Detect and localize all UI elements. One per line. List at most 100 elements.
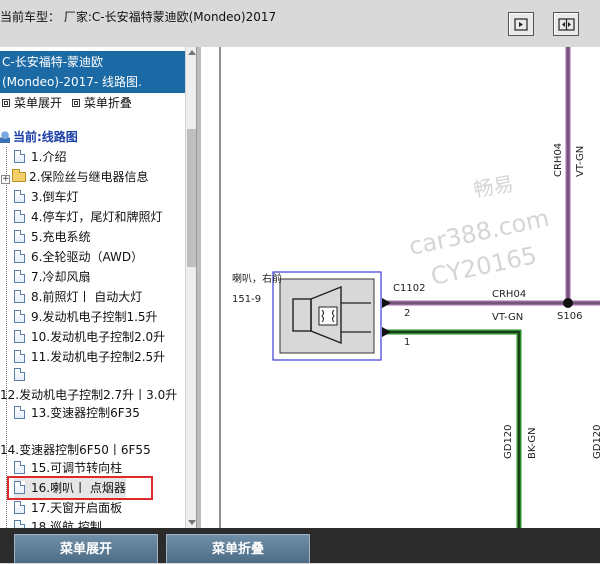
wiring-diagram[interactable]: 喇叭，右前 151-9 C1102 2 1 CRH04 VT-GN S106 C… bbox=[201, 47, 600, 528]
collapse-square-icon bbox=[71, 98, 80, 107]
tree-item-blank[interactable] bbox=[14, 365, 31, 385]
document-icon bbox=[14, 190, 25, 203]
tree-item-13[interactable]: 13.变速器控制6F35 bbox=[14, 403, 140, 423]
expand-square-icon bbox=[2, 98, 10, 107]
tree-item-label: 14.变速器控制6F50丨6F55 bbox=[0, 443, 151, 457]
scroll-up-icon[interactable] bbox=[188, 50, 196, 55]
pin-2-label: 2 bbox=[404, 308, 410, 319]
document-icon bbox=[14, 210, 25, 223]
v-wire-label-1: CRH04 bbox=[553, 143, 564, 177]
menu-collapse-label: 菜单折叠 bbox=[83, 96, 132, 110]
wire-green bbox=[386, 329, 522, 528]
tree-item-label: 11.发动机电子控制2.5升 bbox=[31, 350, 166, 364]
tree-item-11[interactable]: 11.发动机电子控制2.5升 bbox=[14, 347, 165, 367]
splice-label: S106 bbox=[557, 311, 582, 322]
top-bar: 当前车型： 厂家:C-长安福特蒙迪欧(Mondeo)2017 bbox=[0, 0, 600, 47]
tree-item-label: 10.发动机电子控制2.0升 bbox=[31, 330, 166, 344]
tree-item-1[interactable]: 1.介绍 bbox=[14, 147, 66, 167]
document-icon bbox=[14, 230, 25, 243]
tree-item-label: 3.倒车灯 bbox=[31, 190, 79, 204]
watermark: 畅易 car388.com CY20165 bbox=[406, 171, 551, 291]
scroll-down-icon[interactable] bbox=[188, 520, 196, 525]
tree-item-7[interactable]: 7.冷却风扇 bbox=[14, 267, 90, 287]
v-wire-label-5: GD120 bbox=[592, 424, 600, 459]
split-pane-button[interactable] bbox=[553, 12, 579, 36]
tree-item-6[interactable]: 6.全轮驱动（AWD） bbox=[14, 247, 143, 267]
document-icon bbox=[14, 270, 25, 283]
tree-item-label: 7.冷却风扇 bbox=[31, 270, 91, 284]
component-code: 151-9 bbox=[232, 294, 261, 305]
document-icon bbox=[14, 350, 25, 363]
expand-plus-icon[interactable]: + bbox=[1, 175, 10, 184]
header-line-2: (Mondeo)-2017- 线路图. bbox=[2, 75, 142, 89]
document-icon bbox=[14, 368, 25, 381]
tree-item-12[interactable]: 12.发动机电子控制2.7升丨3.0升 bbox=[0, 385, 177, 405]
document-icon bbox=[14, 501, 25, 514]
tree-scrollbar[interactable] bbox=[185, 47, 196, 528]
component-label: 喇叭，右前 bbox=[232, 272, 282, 285]
tree-item-label: 18.巡航 控制 bbox=[31, 520, 102, 528]
document-icon bbox=[14, 330, 25, 343]
document-icon bbox=[14, 150, 25, 163]
tree-item-4[interactable]: 4.停车灯，尾灯和牌照灯 bbox=[14, 207, 162, 227]
tree-item-label: 4.停车灯，尾灯和牌照灯 bbox=[31, 210, 163, 224]
tree-root[interactable]: 当前:线路图 bbox=[0, 127, 78, 147]
connector-label: C1102 bbox=[393, 283, 425, 294]
document-icon bbox=[14, 406, 25, 419]
wire-green-core bbox=[386, 331, 520, 528]
tree-item-18[interactable]: 18.巡航 控制 bbox=[14, 517, 102, 528]
header-line-1: C-长安福特-蒙迪欧 bbox=[2, 55, 104, 69]
tree-item-label: 1.介绍 bbox=[31, 150, 67, 164]
tree-item-8[interactable]: 8.前照灯丨 自动大灯 bbox=[14, 287, 142, 307]
tree-item-14[interactable]: 14.变速器控制6F50丨6F55 bbox=[0, 440, 151, 460]
pin-1-label: 1 bbox=[404, 337, 410, 348]
tree-item-9[interactable]: 9.发动机电子控制1.5升 bbox=[14, 307, 158, 327]
menu-expand-link[interactable]: 菜单展开 bbox=[2, 94, 62, 111]
v-wire-label-3: GD120 bbox=[503, 424, 514, 459]
tree-item-label: 2.保险丝与继电器信息 bbox=[29, 170, 149, 184]
single-pane-button[interactable] bbox=[508, 12, 534, 36]
menu-collapse-link[interactable]: 菜单折叠 bbox=[71, 94, 132, 111]
connector-arrow-2 bbox=[382, 298, 391, 308]
document-icon bbox=[14, 310, 25, 323]
single-pane-icon bbox=[514, 18, 528, 31]
tree-item-5[interactable]: 5.充电系统 bbox=[14, 227, 90, 247]
tree-item-10[interactable]: 10.发动机电子控制2.0升 bbox=[14, 327, 165, 347]
root-node-icon bbox=[0, 131, 10, 143]
document-icon bbox=[14, 250, 25, 263]
scrollbar-thumb[interactable] bbox=[187, 129, 196, 267]
tree-item-label: 17.天窗开启面板 bbox=[31, 501, 123, 515]
tree-item-label: 12.发动机电子控制2.7升丨3.0升 bbox=[0, 388, 178, 402]
selection-highlight bbox=[7, 476, 153, 500]
panel-header: C-长安福特-蒙迪欧 (Mondeo)-2017- 线路图. bbox=[0, 51, 193, 93]
document-icon bbox=[14, 461, 25, 474]
bottom-bar: 菜单展开 菜单折叠 bbox=[0, 528, 600, 563]
menu-links: 菜单展开 菜单折叠 bbox=[2, 94, 138, 111]
tree-item-label: 15.可调节转向柱 bbox=[31, 461, 123, 475]
tree-item-label: 9.发动机电子控制1.5升 bbox=[31, 310, 158, 324]
folder-icon bbox=[12, 169, 26, 182]
connector-arrow-1 bbox=[382, 327, 391, 337]
v-wire-label-2: VT-GN bbox=[575, 146, 586, 177]
document-icon bbox=[14, 290, 25, 303]
tree-root-label: 当前:线路图 bbox=[13, 130, 78, 144]
tree-item-label: 5.充电系统 bbox=[31, 230, 91, 244]
tree-item-3[interactable]: 3.倒车灯 bbox=[14, 187, 78, 207]
wiring-diagram-svg: 喇叭，右前 151-9 C1102 2 1 CRH04 VT-GN S106 C… bbox=[219, 47, 600, 528]
split-pane-icon bbox=[558, 18, 575, 31]
v-wire-label-4: BK-GN bbox=[527, 427, 538, 459]
menu-expand-button[interactable]: 菜单展开 bbox=[14, 534, 158, 563]
watermark-text-1: 畅易 bbox=[472, 171, 516, 202]
tree-item-17[interactable]: 17.天窗开启面板 bbox=[14, 498, 122, 518]
menu-collapse-button[interactable]: 菜单折叠 bbox=[166, 534, 310, 563]
navigation-panel: C-长安福特-蒙迪欧 (Mondeo)-2017- 线路图. 菜单展开 菜单折叠… bbox=[0, 47, 196, 528]
menu-expand-label: 菜单展开 bbox=[14, 96, 63, 110]
tree-item-2[interactable]: +2.保险丝与继电器信息 bbox=[1, 167, 148, 187]
vehicle-title: 当前车型： 厂家:C-长安福特蒙迪欧(Mondeo)2017 bbox=[0, 10, 277, 24]
tree-guide bbox=[6, 147, 7, 528]
tree-item-label: 6.全轮驱动（AWD） bbox=[31, 250, 144, 264]
wire-mid-label: VT-GN bbox=[492, 312, 523, 323]
wire-top-label: CRH04 bbox=[492, 289, 526, 300]
tree-item-label: 8.前照灯丨 自动大灯 bbox=[31, 290, 143, 304]
tree-item-15[interactable]: 15.可调节转向柱 bbox=[14, 458, 122, 478]
